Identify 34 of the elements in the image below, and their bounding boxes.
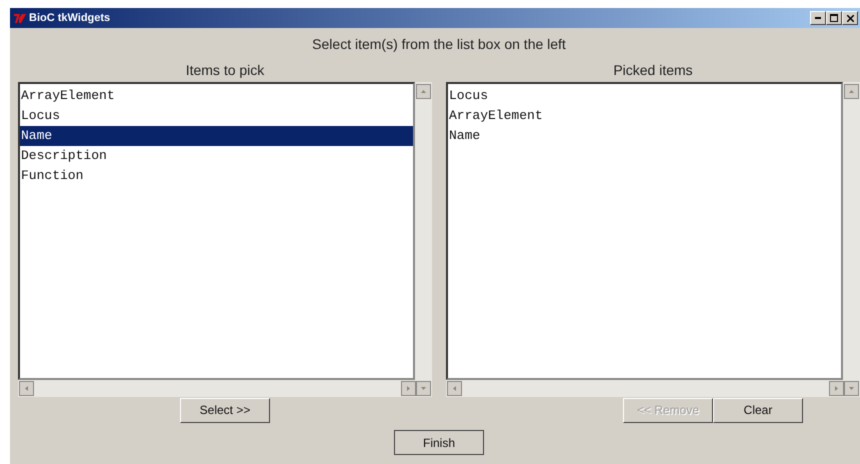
- instruction-text: Select item(s) from the list box on the left: [311, 36, 567, 54]
- select-button[interactable]: Select >>: [180, 398, 270, 422]
- window-title: BioC tkWidgets: [29, 12, 110, 24]
- maximize-icon: [830, 14, 838, 22]
- minimize-button[interactable]: [810, 11, 826, 25]
- scroll-up-icon: [844, 84, 859, 99]
- list-item[interactable]: Function: [20, 166, 413, 186]
- scroll-down-icon: [416, 381, 431, 396]
- list-item[interactable]: Description: [20, 146, 413, 166]
- close-button[interactable]: [842, 11, 858, 25]
- minimize-icon: [815, 17, 821, 19]
- list-item[interactable]: Name: [448, 126, 841, 146]
- list-item[interactable]: Name: [20, 126, 413, 146]
- vertical-scrollbar[interactable]: [843, 82, 860, 380]
- horizontal-scrollbar[interactable]: [446, 380, 860, 397]
- list-heading: Items to pick: [184, 62, 266, 80]
- list-box[interactable]: Locus ArrayElement Name: [446, 82, 843, 380]
- list-heading: Picked items: [612, 62, 694, 80]
- maximize-button[interactable]: [826, 11, 842, 25]
- list-item[interactable]: Locus: [448, 86, 841, 106]
- list-item[interactable]: ArrayElement: [448, 106, 841, 126]
- list-item[interactable]: ArrayElement: [20, 86, 413, 106]
- scroll-left-icon: [447, 381, 462, 396]
- close-icon: [846, 14, 854, 22]
- finish-button[interactable]: Finish: [394, 430, 484, 455]
- scroll-left-icon: [19, 381, 34, 396]
- list-item[interactable]: Locus: [20, 106, 413, 126]
- scroll-right-icon: [401, 381, 416, 396]
- horizontal-scrollbar[interactable]: [18, 380, 432, 397]
- scroll-right-icon: [829, 381, 844, 396]
- vertical-scrollbar[interactable]: [415, 82, 432, 380]
- clear-button[interactable]: Clear: [713, 398, 803, 422]
- list-box[interactable]: ArrayElement Locus Name Description Function: [18, 82, 415, 380]
- scroll-up-icon: [416, 84, 431, 99]
